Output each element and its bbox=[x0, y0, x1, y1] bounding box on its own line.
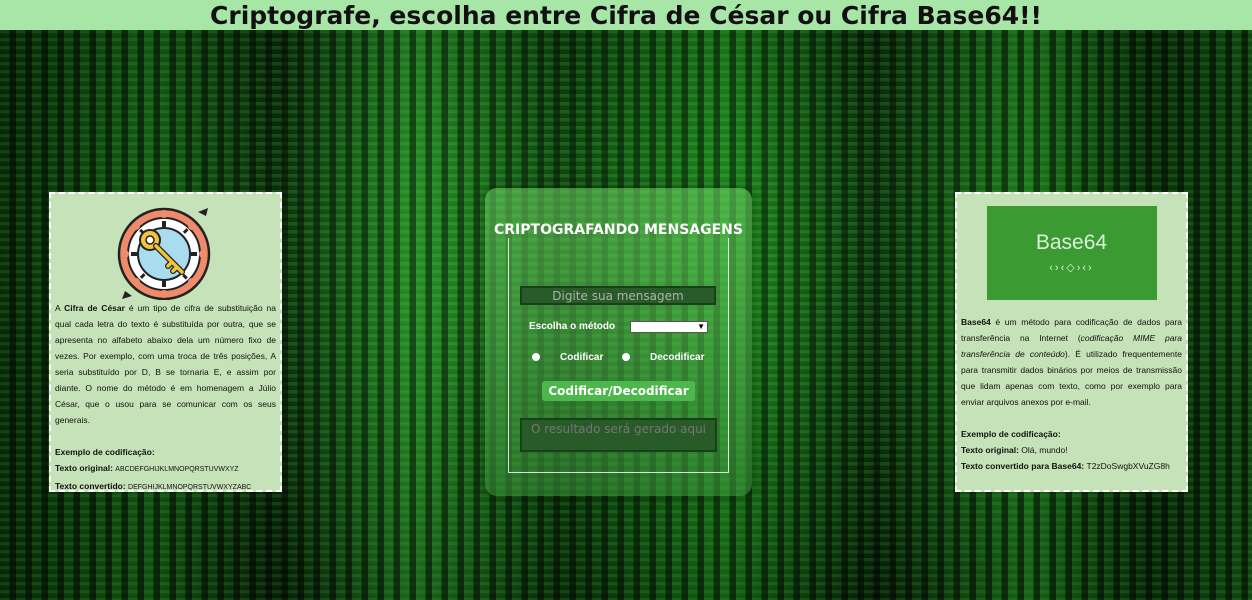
base64-description: Base64 é um método para codificação de d… bbox=[961, 317, 1182, 407]
base64-logo: Base64 ‹›‹◇›‹› bbox=[986, 206, 1157, 300]
caesar-info-card: A Cifra de César é um tipo de cifra de s… bbox=[49, 192, 282, 492]
base64-info-card: Base64 ‹›‹◇›‹› Base64 é um método para c… bbox=[955, 192, 1188, 492]
base64-logo-text: Base64 bbox=[1035, 231, 1108, 254]
caesar-cipher-wheel-icon bbox=[117, 207, 210, 300]
decode-label: Decodificar bbox=[650, 352, 705, 363]
result-output[interactable] bbox=[520, 418, 717, 452]
caesar-description: A Cifra de César é um tipo de cifra de s… bbox=[55, 303, 276, 425]
base64-original-row: Texto original: Olá, mundo! bbox=[961, 445, 1068, 455]
caesar-converted-row: Texto convertido: DEFGHIJKLMNOPQRSTUVWXY… bbox=[55, 481, 252, 491]
chevron-down-icon: ▼ bbox=[697, 322, 705, 331]
crypto-form-panel: CRIPTOGRAFANDO MENSAGENS Escolha o métod… bbox=[485, 188, 752, 496]
panel-title: CRIPTOGRAFANDO MENSAGENS bbox=[494, 222, 743, 238]
caesar-original-row: Texto original: ABCDEFGHIJKLMNOPQRSTUVWX… bbox=[55, 463, 239, 473]
page-title: Criptografe, escolha entre Cifra de Césa… bbox=[0, 0, 1252, 30]
method-select[interactable]: ▼ bbox=[630, 321, 708, 333]
method-label: Escolha o método bbox=[529, 321, 616, 332]
encode-decode-button[interactable]: Codificar/Decodificar bbox=[542, 381, 695, 401]
base64-name: Base64 bbox=[961, 317, 991, 327]
message-input[interactable] bbox=[520, 286, 716, 305]
base64-example-heading: Exemplo de codificação: bbox=[961, 429, 1061, 439]
encode-radio[interactable] bbox=[532, 353, 540, 361]
caesar-name: Cifra de César bbox=[64, 303, 125, 313]
arrows-icon: ‹›‹◇›‹› bbox=[1049, 262, 1094, 274]
encode-label: Codificar bbox=[560, 352, 604, 363]
base64-converted-row: Texto convertido para Base64: T2zDoSwgbX… bbox=[961, 461, 1170, 471]
decode-radio[interactable] bbox=[622, 353, 630, 361]
caesar-example-heading: Exemplo de codificação: bbox=[55, 447, 155, 457]
